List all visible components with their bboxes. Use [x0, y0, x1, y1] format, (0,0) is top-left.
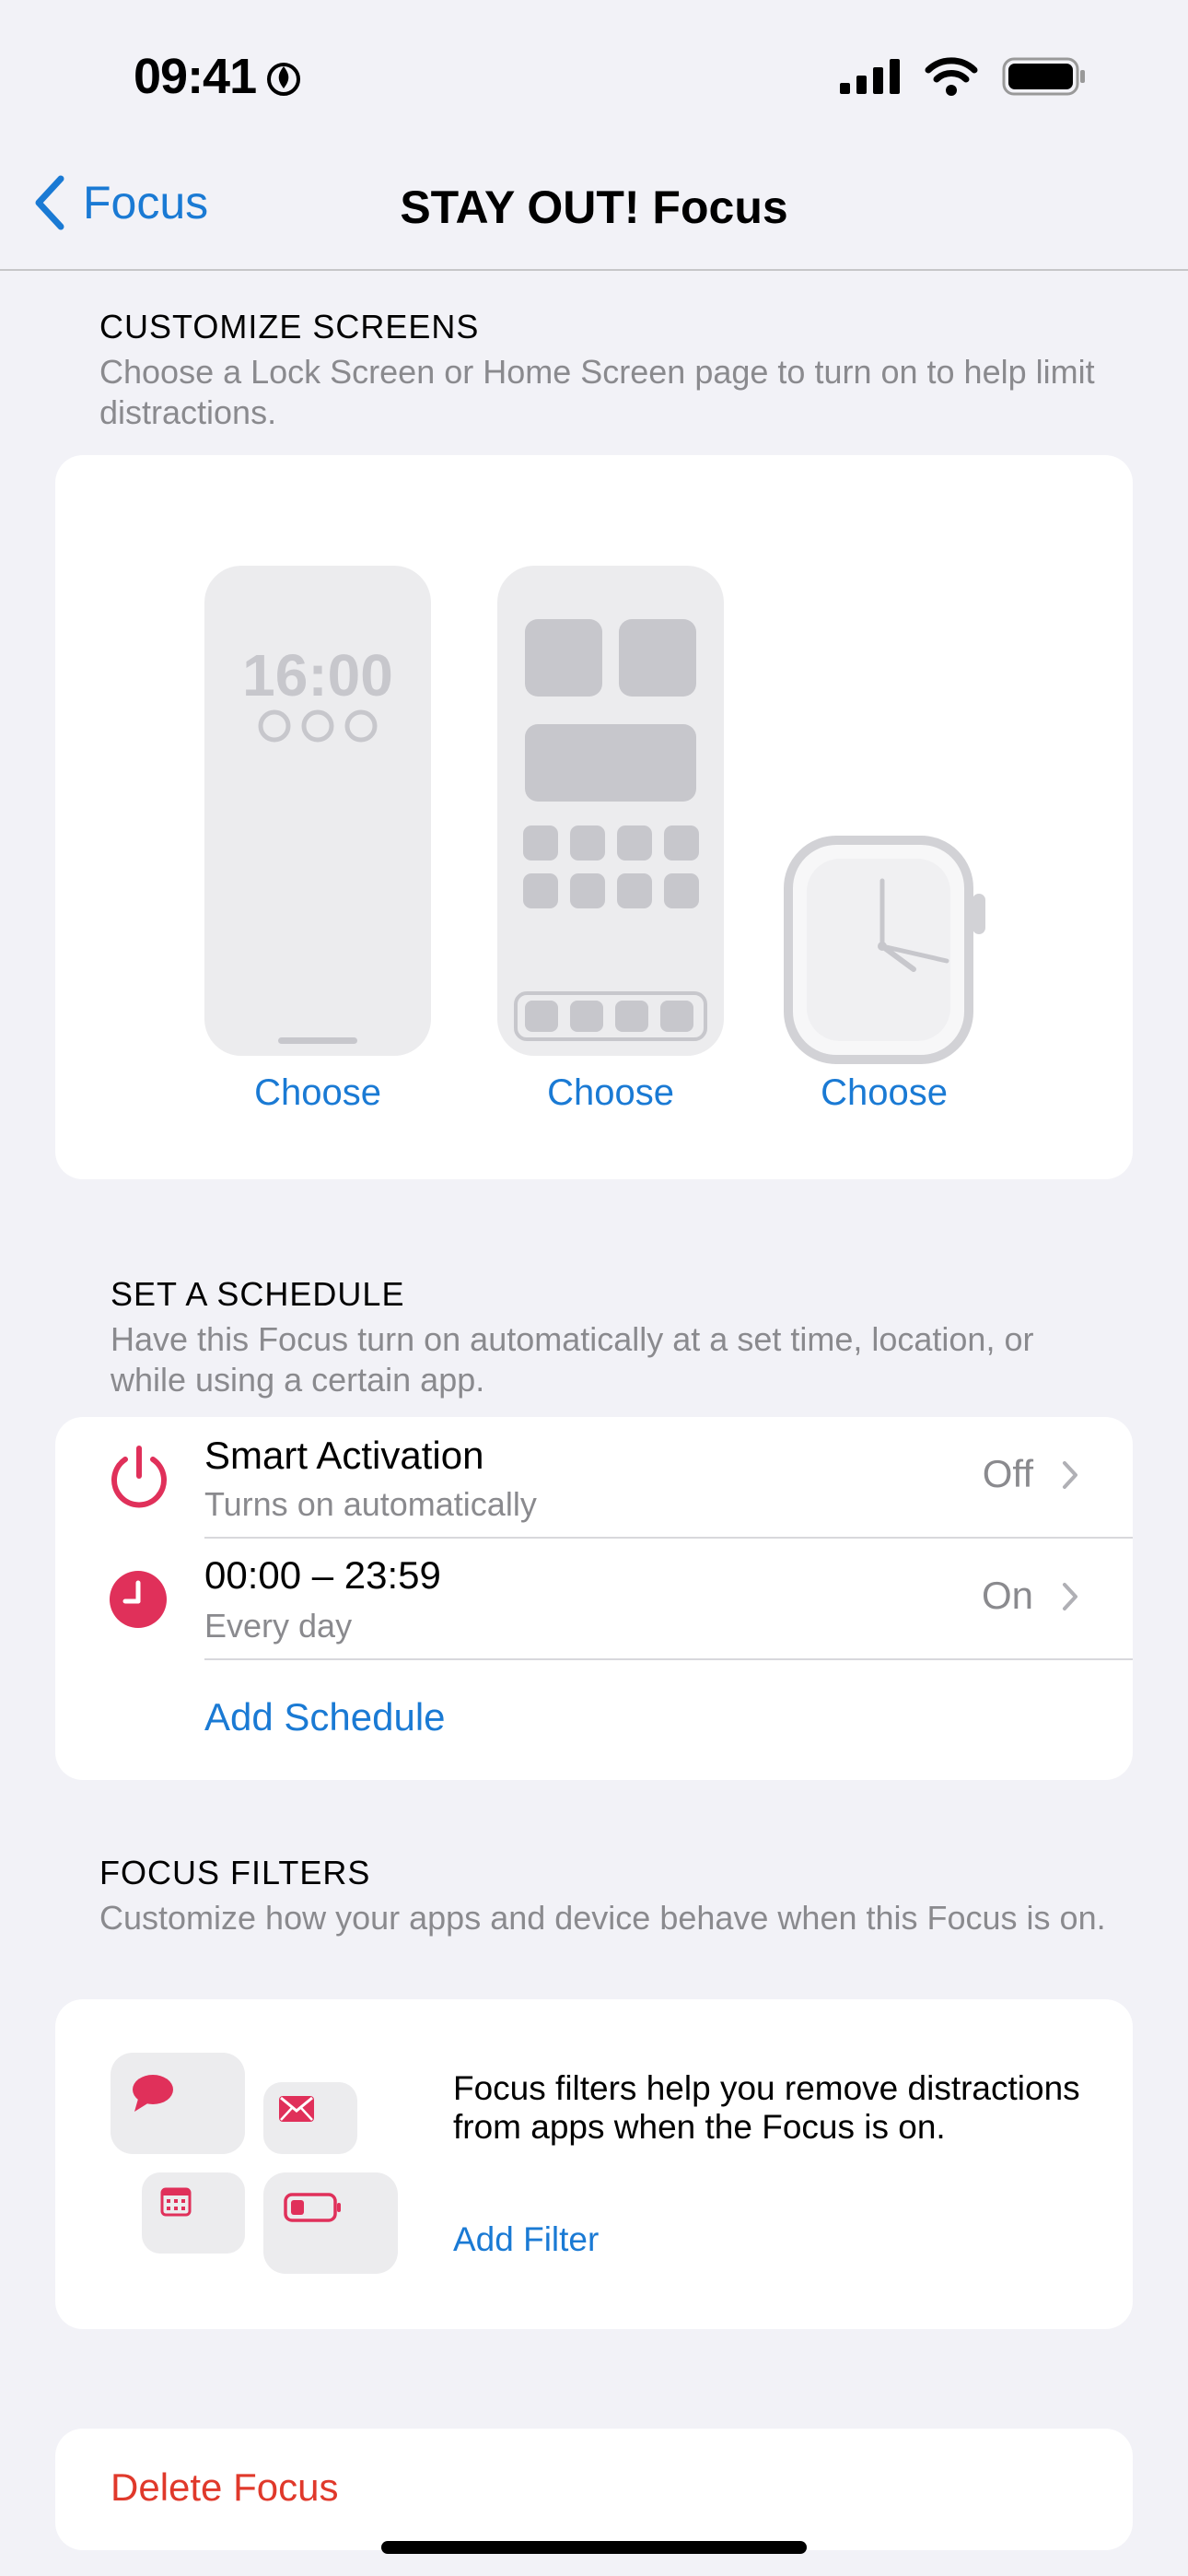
delete-focus-button[interactable]: Delete Focus [111, 2465, 338, 2510]
time-schedule-row[interactable]: 00:00 – 23:59 Every day On [55, 1539, 1133, 1660]
lock-screen-time: 16:00 [242, 642, 393, 708]
lock-widgets-icon [258, 709, 378, 743]
lock-screen-preview[interactable]: 16:00 [204, 566, 431, 1056]
add-schedule-button[interactable]: Add Schedule [204, 1695, 446, 1739]
time-text: 09:41 [134, 49, 257, 104]
app-icon-placeholder [617, 873, 652, 908]
app-icon-placeholder [570, 873, 605, 908]
mail-icon [279, 2096, 314, 2122]
chevron-right-icon [1063, 1461, 1077, 1489]
calendar-icon [160, 2187, 192, 2217]
focus-filters-header: FOCUS FILTERS [99, 1854, 371, 1891]
schedule-header: SET A SCHEDULE [111, 1275, 405, 1313]
customize-screens-header: CUSTOMIZE SCREENS [99, 308, 480, 345]
message-bubble-icon [133, 2075, 173, 2112]
row-value: Off [982, 1452, 1033, 1495]
focus-filters-body: Focus filters help you remove distractio… [453, 2069, 1080, 2146]
home-screen-preview[interactable] [497, 566, 724, 1056]
choose-home-screen-button[interactable]: Choose [497, 1072, 724, 1114]
add-filter-button[interactable]: Add Filter [453, 2220, 599, 2259]
messages-filter-tile [111, 2053, 245, 2154]
focus-filters-card [55, 1999, 1133, 2329]
row-subtitle: Turns on automatically [204, 1485, 537, 1523]
page-title: STAY OUT! Focus [400, 181, 788, 233]
app-icon-placeholder [570, 825, 605, 861]
row-title: 00:00 – 23:59 [204, 1553, 441, 1597]
watch-face-icon[interactable] [783, 835, 991, 1065]
customize-screens-description: Choose a Lock Screen or Home Screen page… [99, 353, 1095, 431]
battery-icon [1002, 57, 1085, 96]
widget-placeholder [525, 724, 696, 802]
cellular-signal-icon [840, 59, 900, 94]
calendar-filter-tile [142, 2172, 245, 2254]
low-power-filter-tile [263, 2172, 398, 2274]
row-value: On [981, 1574, 1033, 1617]
row-subtitle: Every day [204, 1607, 353, 1645]
smart-activation-row[interactable]: Smart Activation Turns on automatically … [55, 1417, 1133, 1539]
widget-placeholder [525, 619, 602, 697]
status-time: 09:41 [134, 48, 302, 105]
status-icons [840, 57, 1087, 96]
wifi-icon [925, 57, 978, 96]
choose-lock-screen-button[interactable]: Choose [204, 1072, 431, 1114]
app-icon-placeholder [664, 825, 699, 861]
app-icon-placeholder [617, 825, 652, 861]
power-icon [111, 1446, 167, 1508]
focus-filters-description: Customize how your apps and device behav… [99, 1899, 1106, 1937]
focus-status-icon [267, 63, 301, 96]
schedule-description: Have this Focus turn on automatically at… [111, 1320, 1034, 1399]
home-indicator[interactable] [381, 2541, 807, 2554]
divider [204, 1658, 1133, 1660]
app-icon-placeholder [523, 873, 558, 908]
row-title: Smart Activation [204, 1434, 484, 1477]
home-indicator-preview [278, 1037, 357, 1044]
battery-low-icon [284, 2193, 341, 2222]
clock-icon [110, 1571, 167, 1628]
dock-preview [514, 991, 707, 1041]
mail-filter-tile [263, 2082, 357, 2154]
choose-watch-face-button[interactable]: Choose [783, 1072, 985, 1114]
chevron-right-icon [1063, 1583, 1077, 1610]
widget-placeholder [619, 619, 696, 697]
app-icon-placeholder [664, 873, 699, 908]
app-icon-placeholder [523, 825, 558, 861]
